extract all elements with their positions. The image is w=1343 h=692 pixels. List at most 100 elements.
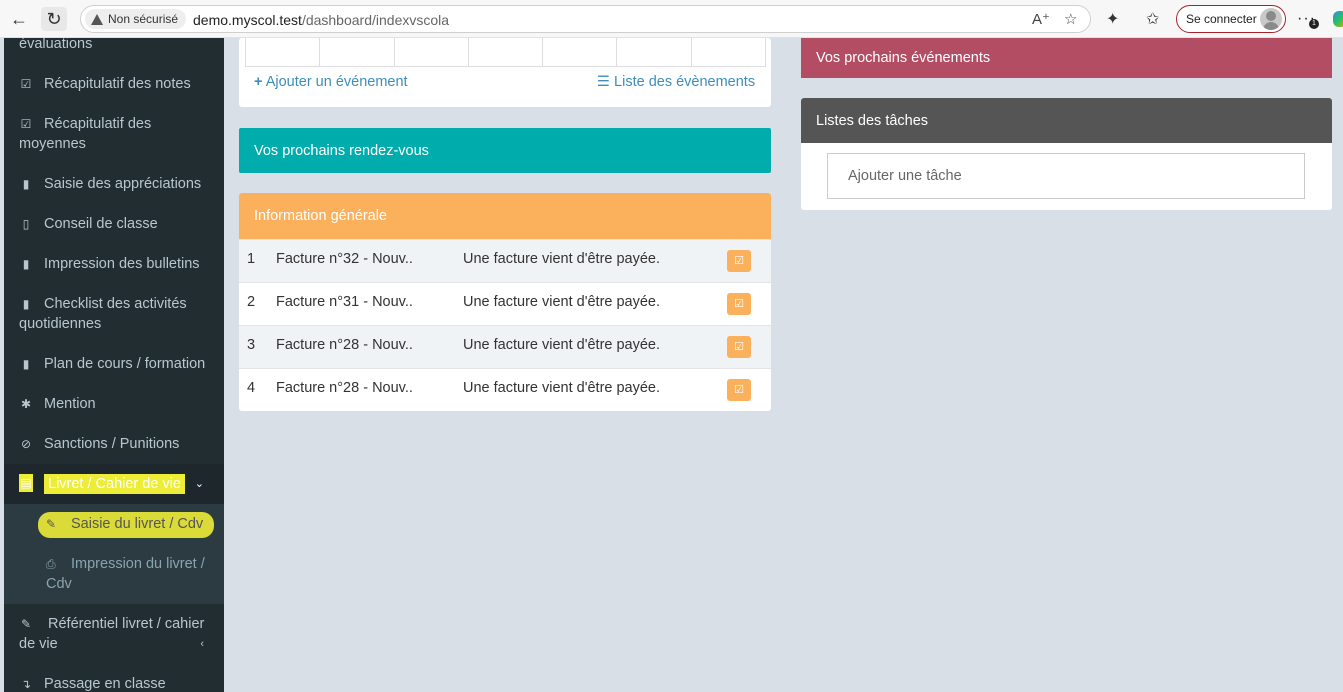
add-event-link[interactable]: + Ajouter un événement: [254, 74, 408, 90]
file-icon: ▮: [22, 357, 30, 371]
security-indicator[interactable]: Non sécurisé: [85, 9, 187, 29]
tasks-panel: Listes des tâches: [801, 98, 1332, 210]
appointments-title: Vos prochains rendez-vous: [254, 142, 429, 159]
file-outline-icon: ▯: [22, 217, 30, 231]
row-description: Une facture vient d'être payée.: [463, 251, 661, 267]
tasks-title: Listes des tâches: [816, 112, 929, 129]
appointments-header: Vos prochains rendez-vous: [239, 128, 771, 173]
sidebar-item-checklist[interactable]: ▮ Checklist des activités quotidiennes: [4, 294, 224, 334]
url-path: /dashboard/indexvscola: [301, 12, 450, 28]
sign-in-button[interactable]: Se connecter: [1176, 5, 1286, 33]
sidebar-item-mention[interactable]: ✱ Mention: [4, 394, 224, 414]
chevron-left-icon: ‹: [200, 638, 204, 650]
asterisk-icon: ✱: [20, 397, 32, 411]
file-text-icon: ▤: [19, 474, 33, 492]
notification-badge: 1: [1309, 19, 1319, 29]
check-square-icon[interactable]: ☑: [727, 293, 751, 315]
calendar-cell[interactable]: [617, 38, 692, 66]
warning-icon: [91, 13, 103, 25]
row-title: Facture n°28 - Nouv..: [276, 337, 413, 353]
chevron-down-icon: ⌄: [194, 478, 204, 490]
extensions-icon[interactable]: ✦: [1106, 9, 1119, 29]
row-number: 1: [247, 251, 256, 267]
add-event-label: Ajouter un événement: [265, 74, 408, 90]
plus-icon: +: [254, 74, 263, 90]
sidebar-item-evaluations[interactable]: évaluations: [4, 38, 224, 58]
sidebar-item-saisie-appreciations[interactable]: ▮ Saisie des appréciations: [4, 174, 224, 194]
check-square-icon[interactable]: ☑: [727, 250, 751, 272]
sign-in-label: Se connecter: [1186, 12, 1257, 26]
sidebar-item-livret[interactable]: ▤ Livret / Cahier de vie ⌄: [4, 464, 224, 504]
browser-toolbar: ← ↻ Non sécurisé demo.myscol.test/dashbo…: [0, 0, 1343, 38]
sidebar-item-label: évaluations: [19, 38, 93, 52]
security-label: Non sécurisé: [108, 12, 179, 26]
sidebar-item-label: Checklist des activités quotidiennes: [19, 296, 187, 332]
sidebar-item-conseil-classe[interactable]: ▯ Conseil de classe: [4, 214, 224, 234]
check-square-icon: ☑: [20, 77, 32, 91]
sidebar-item-recap-notes[interactable]: ☑ Récapitulatif des notes: [4, 74, 224, 94]
check-square-icon[interactable]: ☑: [727, 379, 751, 401]
calendar-cell[interactable]: [395, 38, 469, 66]
submenu-item-label: Saisie du livret / Cdv: [71, 516, 204, 532]
calendar-cell[interactable]: [469, 38, 544, 66]
event-list-label: Liste des évènements: [614, 74, 756, 90]
calendar-panel: + Ajouter un événement ☰ Liste des évène…: [239, 38, 771, 107]
sidebar-item-referentiel[interactable]: ✎ Référentiel livret / cahier de vie ‹: [4, 614, 224, 654]
events-title: Vos prochains événements: [816, 50, 991, 66]
calendar-cell[interactable]: [320, 38, 395, 66]
level-icon: ↴: [20, 677, 32, 691]
sidebar-item-label: Livret / Cahier de vie: [44, 474, 185, 494]
address-bar[interactable]: Non sécurisé demo.myscol.test/dashboard/…: [80, 5, 1091, 33]
sidebar-item-label: Saisie des appréciations: [44, 176, 202, 192]
sidebar-submenu: ✎ Saisie du livret / Cdv ⎙ Impression du…: [4, 504, 224, 604]
ban-icon: ⊘: [20, 437, 32, 451]
favorite-star-icon[interactable]: ☆: [1064, 10, 1077, 28]
list-icon: ☰: [597, 74, 610, 90]
sidebar-item-label: Plan de cours / formation: [44, 356, 206, 372]
sidebar-item-label: Mention: [44, 396, 96, 412]
row-title: Facture n°32 - Nouv..: [276, 251, 413, 267]
favorites-icon[interactable]: ✩: [1146, 9, 1159, 29]
back-arrow-icon[interactable]: ←: [6, 7, 32, 31]
url-text[interactable]: demo.myscol.test/dashboard/indexvscola: [193, 12, 449, 28]
calendar-cell[interactable]: [543, 38, 618, 66]
sidebar-item-label: Conseil de classe: [44, 216, 158, 232]
read-aloud-icon[interactable]: A⁺: [1032, 10, 1050, 28]
file-icon: ▮: [22, 257, 30, 271]
row-number: 2: [247, 294, 256, 310]
check-square-icon[interactable]: ☑: [727, 336, 751, 358]
submenu-item-impression-livret[interactable]: ⎙ Impression du livret / Cdv: [4, 554, 224, 594]
info-header: Information générale: [239, 193, 771, 239]
table-row: 2 Facture n°31 - Nouv.. Une facture vien…: [239, 282, 771, 325]
add-task-input[interactable]: [827, 153, 1305, 199]
sidebar-item-plan-cours[interactable]: ▮ Plan de cours / formation: [4, 354, 224, 374]
sidebar-item-label: Référentiel livret / cahier de vie: [19, 616, 205, 652]
calendar-cell[interactable]: [246, 38, 321, 66]
sidebar-item-sanctions[interactable]: ⊘ Sanctions / Punitions: [4, 434, 224, 454]
calendar-cell[interactable]: [692, 38, 765, 66]
events-header: Vos prochains événements: [801, 38, 1332, 78]
sidebar-item-label: Sanctions / Punitions: [44, 436, 180, 452]
info-title: Information générale: [254, 208, 387, 224]
sidebar-item-passage-classe[interactable]: ↴ Passage en classe: [4, 674, 224, 692]
sidebar-item-impression-bulletins[interactable]: ▮ Impression des bulletins: [4, 254, 224, 274]
pencil-icon: ✎: [46, 517, 57, 531]
row-description: Une facture vient d'être payée.: [463, 380, 661, 396]
row-title: Facture n°31 - Nouv..: [276, 294, 413, 310]
sidebar-item-label: Récapitulatif des notes: [44, 76, 191, 92]
row-title: Facture n°28 - Nouv..: [276, 380, 413, 396]
sidebar-item-label: Récapitulatif des moyennes: [19, 116, 152, 152]
row-number: 3: [247, 337, 256, 353]
sidebar: évaluations ☑ Récapitulatif des notes ☑ …: [4, 38, 224, 692]
sidebar-item-label: Impression des bulletins: [44, 256, 200, 272]
submenu-item-label: Impression du livret / Cdv: [46, 556, 205, 592]
calendar-grid-row: [245, 38, 766, 67]
row-number: 4: [247, 380, 256, 396]
file-icon: ▮: [22, 177, 30, 191]
refresh-icon[interactable]: ↻: [41, 7, 67, 31]
submenu-item-saisie-livret[interactable]: ✎ Saisie du livret / Cdv: [4, 512, 224, 538]
copilot-icon[interactable]: [1333, 11, 1343, 27]
sidebar-item-recap-moyennes[interactable]: ☑ Récapitulatif des moyennes: [4, 114, 224, 154]
row-description: Une facture vient d'être payée.: [463, 337, 661, 353]
event-list-link[interactable]: ☰ Liste des évènements: [597, 74, 755, 90]
